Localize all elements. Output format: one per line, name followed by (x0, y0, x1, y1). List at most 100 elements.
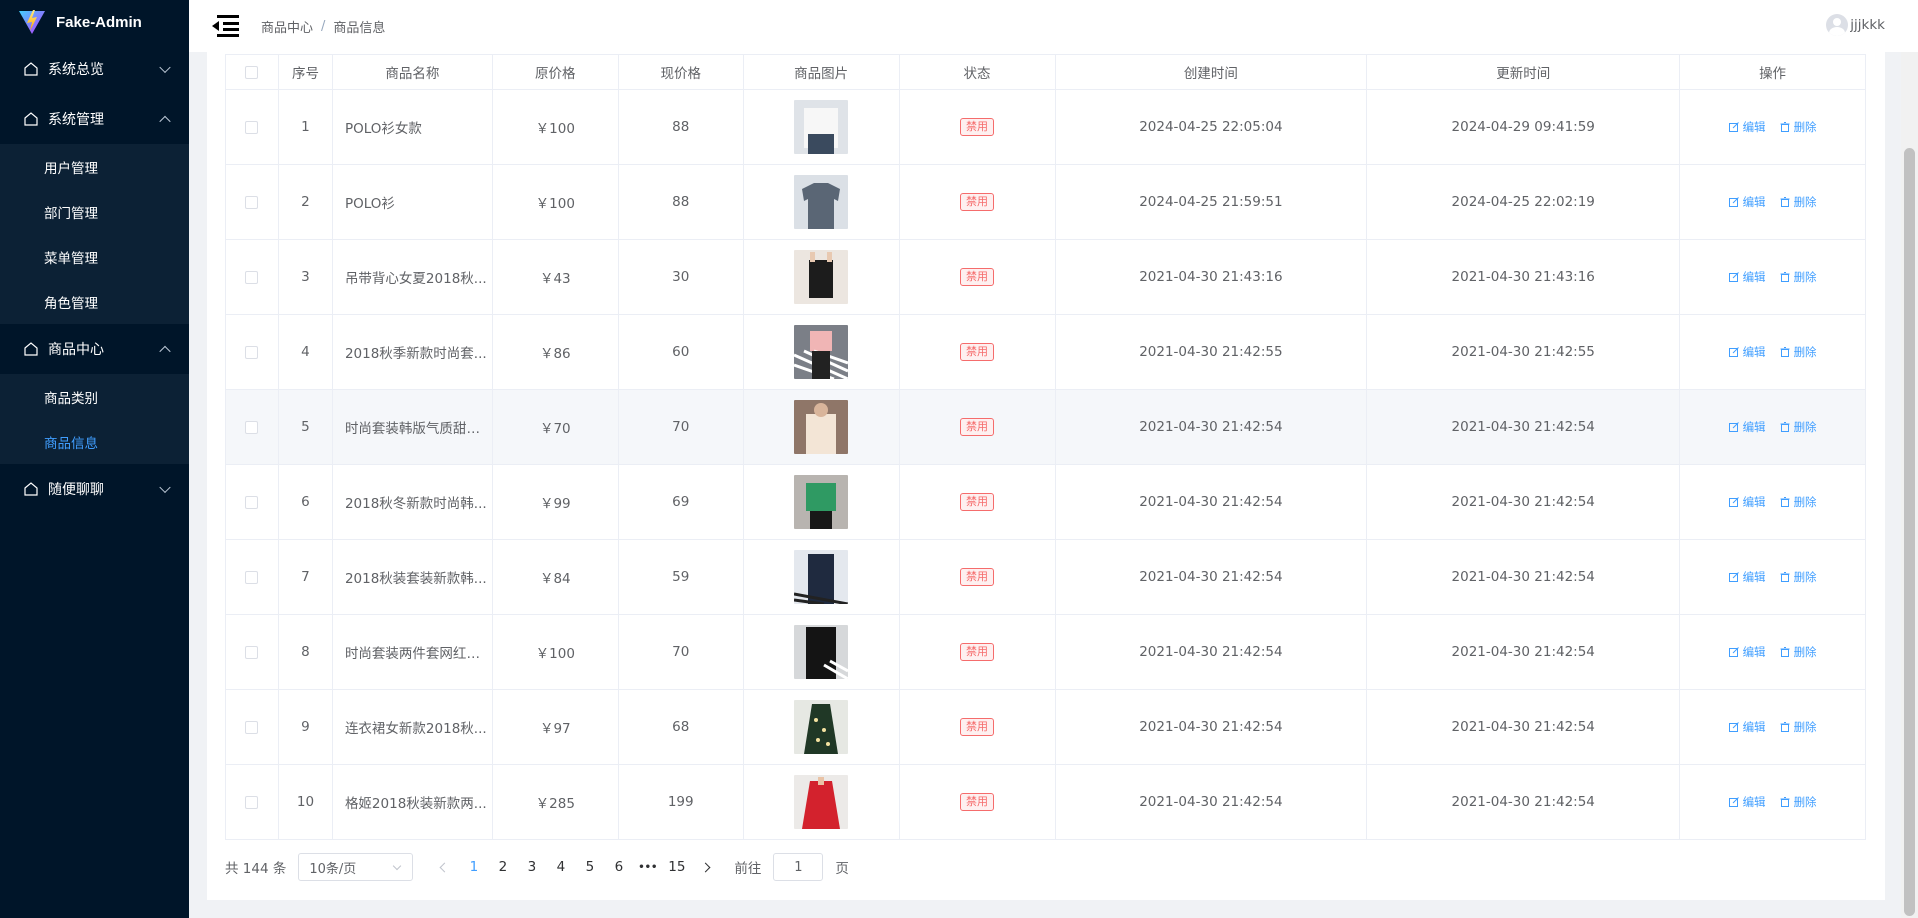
breadcrumb-item-current: 商品信息 (333, 20, 386, 36)
table-row: 2 POLO衫 ￥100 88 禁用 2024-04-25 21:59:51 2… (226, 165, 1867, 240)
updated-time-cell: 2021-04-30 21:43:16 (1367, 240, 1681, 314)
scrollbar-thumb[interactable] (1904, 148, 1915, 916)
menu-overview[interactable]: 系统总览 (0, 44, 189, 94)
page-number[interactable]: 15 (662, 853, 691, 881)
delete-button[interactable]: 删除 (1780, 194, 1817, 210)
row-checkbox[interactable] (245, 795, 259, 809)
row-checkbox[interactable] (245, 345, 259, 359)
delete-button[interactable]: 删除 (1780, 569, 1817, 585)
edit-button[interactable]: 编辑 (1728, 494, 1766, 510)
page-number[interactable]: 5 (575, 853, 604, 881)
delete-button[interactable]: 删除 (1780, 269, 1817, 285)
status-cell: 禁用 (900, 690, 1056, 764)
edit-button[interactable]: 编辑 (1728, 344, 1766, 360)
page-number[interactable]: 1 (459, 853, 488, 881)
actions-cell: 编辑 删除 (1680, 390, 1867, 464)
page-number[interactable]: 3 (517, 853, 546, 881)
page-number[interactable]: 6 (604, 853, 633, 881)
edit-button[interactable]: 编辑 (1728, 569, 1766, 585)
breadcrumb-item[interactable]: 商品中心 (261, 17, 313, 36)
product-image[interactable] (794, 550, 849, 604)
edit-icon (1728, 122, 1739, 132)
page-number[interactable]: 2 (488, 853, 517, 881)
product-name: 时尚套装两件套网红同... (344, 646, 492, 662)
sidebar-item-departments[interactable]: 部门管理 (0, 189, 189, 234)
row-checkbox[interactable] (245, 570, 259, 584)
edit-button[interactable]: 编辑 (1728, 719, 1766, 735)
edit-icon (1728, 347, 1739, 357)
actions-cell: 编辑 删除 (1680, 315, 1867, 389)
product-image[interactable] (794, 475, 849, 529)
row-checkbox[interactable] (245, 120, 259, 134)
edit-button[interactable]: 编辑 (1728, 119, 1766, 135)
delete-button[interactable]: 删除 (1780, 494, 1817, 510)
image-cell (744, 240, 900, 314)
goto-suffix: 页 (835, 861, 849, 877)
product-image[interactable] (794, 700, 849, 754)
created-time-cell: 2021-04-30 21:42:54 (1056, 465, 1368, 539)
product-name: 2018秋装套装新款韩... (344, 571, 487, 587)
current-price-cell: 59 (619, 540, 744, 614)
more-pages-button[interactable]: ••• (633, 853, 662, 881)
edit-button[interactable]: 编辑 (1728, 644, 1766, 660)
menu-goods[interactable]: 商品中心 (0, 324, 189, 374)
product-image[interactable] (794, 250, 849, 304)
product-image[interactable] (794, 625, 849, 679)
row-checkbox[interactable] (245, 645, 259, 659)
sidebar-item-roles[interactable]: 角色管理 (0, 279, 189, 324)
edit-icon (1728, 797, 1739, 807)
menu-chat[interactable]: 随便聊聊 (0, 464, 189, 514)
sidebar-item-categories[interactable]: 商品类别 (0, 374, 189, 419)
product-image[interactable] (794, 400, 849, 454)
menu-system[interactable]: 系统管理 (0, 94, 189, 144)
select-all-checkbox[interactable] (245, 65, 259, 79)
name-cell: 2018秋季新款时尚套... (333, 315, 493, 389)
row-checkbox[interactable] (245, 270, 259, 284)
status-badge: 禁用 (960, 793, 995, 811)
chevron-up-icon (159, 115, 171, 128)
vite-logo-icon (18, 9, 46, 35)
logo[interactable]: Fake-Admin (0, 0, 189, 44)
page-scrollbar[interactable] (1901, 52, 1918, 918)
product-image[interactable] (794, 100, 849, 154)
trash-icon (1780, 647, 1790, 657)
delete-button[interactable]: 删除 (1780, 119, 1817, 135)
original-price-cell: ￥70 (493, 390, 619, 464)
table-row: 9 连衣裙女新款2018秋... ￥97 68 禁用 2021-04-30 21… (226, 690, 1867, 765)
prev-page-button[interactable] (430, 853, 459, 881)
edit-button[interactable]: 编辑 (1728, 269, 1766, 285)
delete-button[interactable]: 删除 (1780, 644, 1817, 660)
goto-label: 前往 (734, 861, 762, 877)
index-cell: 6 (279, 465, 333, 539)
chevron-down-icon (159, 481, 171, 494)
row-checkbox[interactable] (245, 495, 259, 509)
original-price-cell: ￥43 (493, 240, 619, 314)
row-checkbox[interactable] (245, 195, 259, 209)
page-number[interactable]: 4 (546, 853, 575, 881)
original-price-cell: ￥100 (493, 165, 619, 239)
product-image[interactable] (794, 325, 849, 379)
edit-button[interactable]: 编辑 (1728, 194, 1766, 210)
collapse-menu-icon[interactable] (211, 14, 241, 38)
goto-page-input[interactable]: 1 (773, 853, 824, 881)
sidebar-item-menus[interactable]: 菜单管理 (0, 234, 189, 279)
row-checkbox[interactable] (245, 420, 259, 434)
delete-button[interactable]: 删除 (1780, 419, 1817, 435)
created-time-cell: 2021-04-30 21:42:54 (1056, 690, 1368, 764)
sidebar-item-goods-info[interactable]: 商品信息 (0, 419, 189, 464)
delete-button[interactable]: 删除 (1780, 344, 1817, 360)
edit-label: 编辑 (1742, 645, 1766, 659)
column-header: 操作 (1680, 55, 1867, 89)
delete-button[interactable]: 删除 (1780, 719, 1817, 735)
product-image[interactable] (794, 775, 849, 829)
user-menu[interactable]: jjjkkk (1826, 14, 1885, 36)
edit-button[interactable]: 编辑 (1728, 794, 1766, 810)
edit-button[interactable]: 编辑 (1728, 419, 1766, 435)
row-checkbox[interactable] (245, 720, 259, 734)
product-image[interactable] (794, 175, 849, 229)
page-size-select[interactable]: 10条/页 (298, 853, 414, 881)
sidebar-item-users[interactable]: 用户管理 (0, 144, 189, 189)
delete-button[interactable]: 删除 (1780, 794, 1817, 810)
table-row: 8 时尚套装两件套网红同... ￥100 70 禁用 2021-04-30 21… (226, 615, 1867, 690)
next-page-button[interactable] (691, 853, 720, 881)
